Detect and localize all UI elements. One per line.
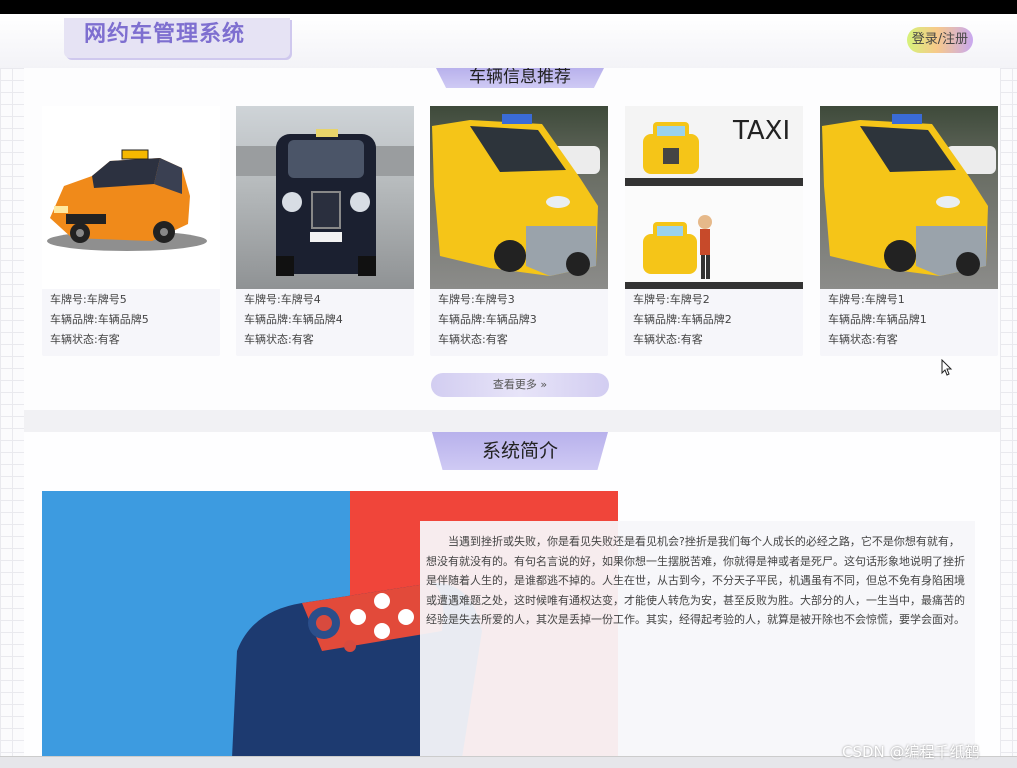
vehicle-plate: 车牌号:车牌号3 (438, 293, 515, 306)
right-grid-background (1000, 68, 1017, 768)
vehicle-photo[interactable] (42, 106, 220, 289)
intro-section-title: 系统简介 (432, 432, 608, 470)
vehicle-card[interactable]: 车牌号:车牌号5 车辆品牌:车辆品牌5 车辆状态:有客 (42, 106, 220, 356)
login-register-button[interactable]: 登录/注册 (907, 27, 973, 53)
vehicle-brand: 车辆品牌:车辆品牌2 (633, 313, 732, 326)
vehicle-photo[interactable]: TAXI (625, 106, 803, 289)
vehicle-plate: 车牌号:车牌号1 (828, 293, 905, 306)
vehicle-status: 车辆状态:有客 (438, 333, 508, 346)
taxi-sign-text: TAXI (733, 116, 791, 146)
vehicle-status: 车辆状态:有客 (244, 333, 314, 346)
vehicle-section-title: 车辆信息推荐 (436, 68, 604, 88)
vehicle-brand: 车辆品牌:车辆品牌5 (50, 313, 149, 326)
vehicle-card[interactable]: TAXI 车牌号:车牌号2 车辆品牌:车辆品牌2 车辆状态:有客 (625, 106, 803, 356)
view-more-button[interactable]: 查看更多 » (431, 373, 609, 397)
vehicle-meta: 车牌号:车牌号2 车辆品牌:车辆品牌2 车辆状态:有客 (633, 290, 732, 350)
vehicle-meta: 车牌号:车牌号3 车辆品牌:车辆品牌3 车辆状态:有客 (438, 290, 537, 350)
csdn-watermark: CSDN @编程千纸鹤 (842, 743, 980, 761)
vehicle-brand: 车辆品牌:车辆品牌3 (438, 313, 537, 326)
left-grid-background (0, 68, 24, 768)
vehicle-card-list: 车牌号:车牌号5 车辆品牌:车辆品牌5 车辆状态:有客 车牌号:车牌号4 车辆品… (42, 106, 1002, 356)
vehicle-status: 车辆状态:有客 (633, 333, 703, 346)
site-logo-title[interactable]: 网约车管理系统 (84, 16, 245, 48)
vehicle-card[interactable]: 车牌号:车牌号3 车辆品牌:车辆品牌3 车辆状态:有客 (430, 106, 608, 356)
vehicle-plate: 车牌号:车牌号5 (50, 293, 127, 306)
window-top-edge (0, 0, 1017, 14)
vehicle-brand: 车辆品牌:车辆品牌1 (828, 313, 927, 326)
vehicle-status: 车辆状态:有客 (828, 333, 898, 346)
vehicle-brand: 车辆品牌:车辆品牌4 (244, 313, 343, 326)
vehicle-meta: 车牌号:车牌号1 车辆品牌:车辆品牌1 车辆状态:有客 (828, 290, 927, 350)
vehicle-status: 车辆状态:有客 (50, 333, 120, 346)
mouse-cursor-icon (941, 359, 953, 376)
vehicle-card[interactable]: 车牌号:车牌号1 车辆品牌:车辆品牌1 车辆状态:有客 (820, 106, 998, 356)
vehicle-meta: 车牌号:车牌号5 车辆品牌:车辆品牌5 车辆状态:有客 (50, 290, 149, 350)
vehicle-card[interactable]: 车牌号:车牌号4 车辆品牌:车辆品牌4 车辆状态:有客 (236, 106, 414, 356)
vehicle-photo[interactable] (820, 106, 998, 289)
vehicle-photo[interactable] (430, 106, 608, 289)
vehicle-photo[interactable] (236, 106, 414, 289)
vehicle-meta: 车牌号:车牌号4 车辆品牌:车辆品牌4 车辆状态:有客 (244, 290, 343, 350)
vehicle-plate: 车牌号:车牌号4 (244, 293, 321, 306)
vehicle-plate: 车牌号:车牌号2 (633, 293, 710, 306)
section-divider (24, 410, 1000, 432)
intro-paragraph: 当遇到挫折或失败，你是看见失败还是看见机会?挫折是我们每个人成长的必经之路，它不… (426, 535, 965, 626)
